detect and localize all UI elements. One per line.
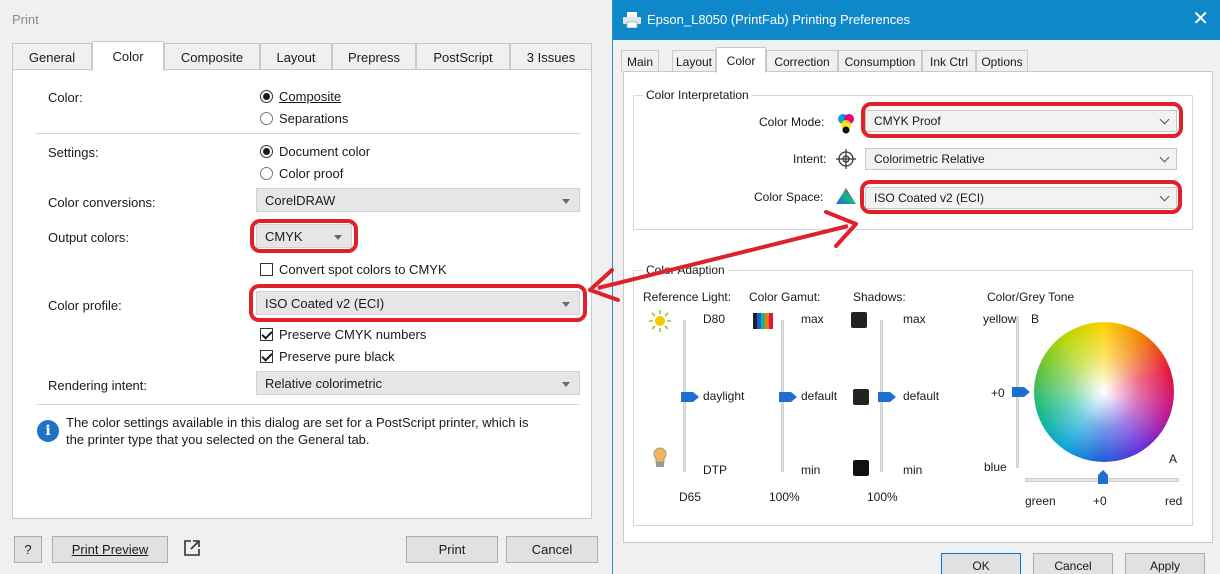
tab-color[interactable]: Color (92, 41, 164, 71)
tab-color[interactable]: Color (716, 47, 766, 73)
annotation-arrow (588, 210, 858, 302)
